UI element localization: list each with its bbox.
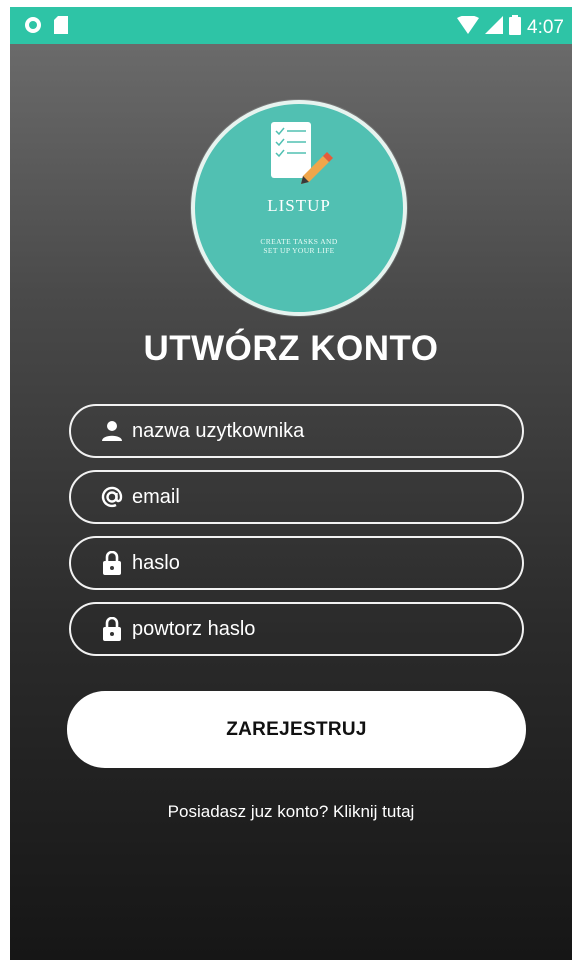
password-input[interactable] — [132, 551, 512, 575]
battery-icon — [509, 15, 522, 41]
status-bar-left — [24, 16, 68, 39]
register-button[interactable]: ZAREJESTRUJ — [67, 691, 526, 768]
logo-tagline: CREATE TASKS AND SET UP YOUR LIFE — [260, 237, 338, 255]
lock-icon — [100, 551, 124, 575]
at-sign-icon — [100, 485, 124, 509]
logo-title: LISTUP — [267, 196, 331, 215]
lock-icon — [100, 617, 124, 641]
app-logo: LISTUP CREATE TASKS AND SET UP YOUR LIFE — [191, 100, 407, 316]
email-input[interactable] — [132, 485, 512, 509]
username-field[interactable] — [69, 404, 524, 458]
username-input[interactable] — [132, 419, 512, 443]
email-field[interactable] — [69, 470, 524, 524]
status-time: 4:07 — [527, 17, 564, 38]
app-screen: 4:07 LISTUP CREATE TASKS AND SET UP YOUR… — [10, 7, 572, 960]
person-icon — [100, 419, 124, 443]
checklist-pencil-icon — [263, 120, 339, 191]
status-bar: 4:07 — [10, 7, 572, 44]
page-title: UTWÓRZ KONTO — [143, 329, 439, 368]
signal-icon — [485, 16, 504, 40]
status-bar-right: 4:07 — [457, 15, 564, 41]
repeat-password-input[interactable] — [132, 617, 512, 641]
login-link[interactable]: Posiadasz juz konto? Kliknij tutaj — [10, 802, 572, 822]
sd-card-icon — [54, 16, 68, 39]
circle-notification-icon — [24, 16, 42, 39]
password-field[interactable] — [69, 536, 524, 590]
wifi-icon — [457, 15, 480, 40]
repeat-password-field[interactable] — [69, 602, 524, 656]
